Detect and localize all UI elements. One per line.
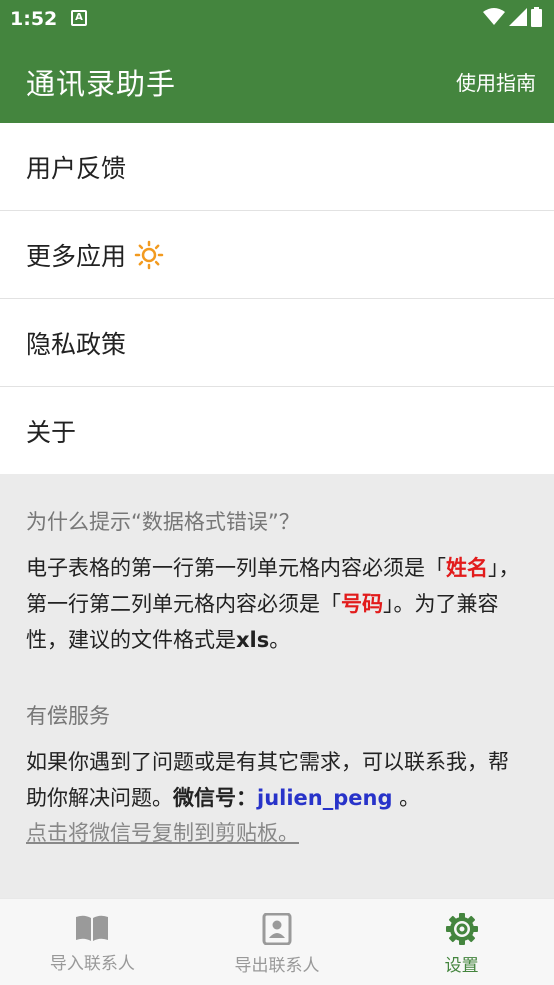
bottom-nav: 导入联系人 导出联系人 设置 (0, 898, 554, 985)
user-guide-button[interactable]: 使用指南 (456, 67, 536, 96)
nav-settings[interactable]: 设置 (369, 899, 554, 985)
paid-service-text: 如果你遇到了问题或是有其它需求，可以联系我，帮助你解决问题。微信号：julien… (26, 744, 528, 816)
faq-answer: 电子表格的第一行第一列单元格内容必须是「姓名」，第一行第二列单元格内容必须是「号… (26, 550, 528, 658)
wechat-label: 微信号： (173, 786, 257, 810)
faq-heading: 为什么提示“数据格式错误”？ (26, 510, 300, 534)
wifi-icon (483, 8, 505, 25)
faq-text: 电子表格的第一行第一列单元格内容必须是「 (26, 556, 446, 580)
menu-item-label: 隐私政策 (26, 329, 127, 359)
app-title: 通讯录助手 (26, 67, 177, 101)
system-icons (483, 7, 542, 27)
highlight-name: 姓名 (446, 556, 488, 580)
notification-icon: A (71, 10, 87, 26)
nav-import-contacts[interactable]: 导入联系人 (0, 899, 185, 985)
nav-label: 导出联系人 (234, 956, 320, 976)
help-info-panel: 为什么提示“数据格式错误”？ 电子表格的第一行第一列单元格内容必须是「姓名」，第… (0, 474, 554, 898)
wechat-id: julien_peng (257, 786, 393, 810)
nav-export-contacts[interactable]: 导出联系人 (185, 899, 370, 985)
menu-item-more-apps[interactable]: 更多应用 (0, 211, 554, 299)
battery-icon (531, 7, 542, 27)
highlight-number: 号码 (341, 592, 383, 616)
menu-item-label: 更多应用 (26, 241, 127, 271)
menu-item-feedback[interactable]: 用户反馈 (0, 123, 554, 211)
paid-service-heading: 有偿服务 (26, 704, 110, 728)
menu-item-label: 用户反馈 (26, 153, 127, 183)
signal-icon (509, 8, 527, 26)
file-format: xls (236, 628, 270, 652)
nav-label: 设置 (444, 956, 479, 976)
copy-wechat-link[interactable]: 点击将微信号复制到剪贴板。 (26, 818, 299, 848)
status-bar: 1:52 A (0, 0, 554, 37)
app-bar: 通讯录助手 使用指南 (0, 37, 554, 123)
book-icon (76, 915, 109, 941)
contacts-icon (262, 913, 292, 945)
paid-service-section: 有偿服务 如果你遇到了问题或是有其它需求，可以联系我，帮助你解决问题。微信号：j… (26, 700, 528, 848)
menu-item-label: 关于 (26, 418, 77, 447)
faq-text: 。 (269, 628, 291, 652)
gear-icon (445, 913, 478, 945)
menu-item-about[interactable]: 关于 (0, 387, 554, 475)
settings-menu: 用户反馈 更多应用 隐私政策 关于 (0, 123, 554, 475)
nav-label: 导入联系人 (49, 954, 135, 974)
sun-icon (134, 240, 164, 269)
menu-item-privacy[interactable]: 隐私政策 (0, 299, 554, 387)
service-text: 。 (392, 786, 421, 810)
status-time: 1:52 (10, 8, 58, 30)
